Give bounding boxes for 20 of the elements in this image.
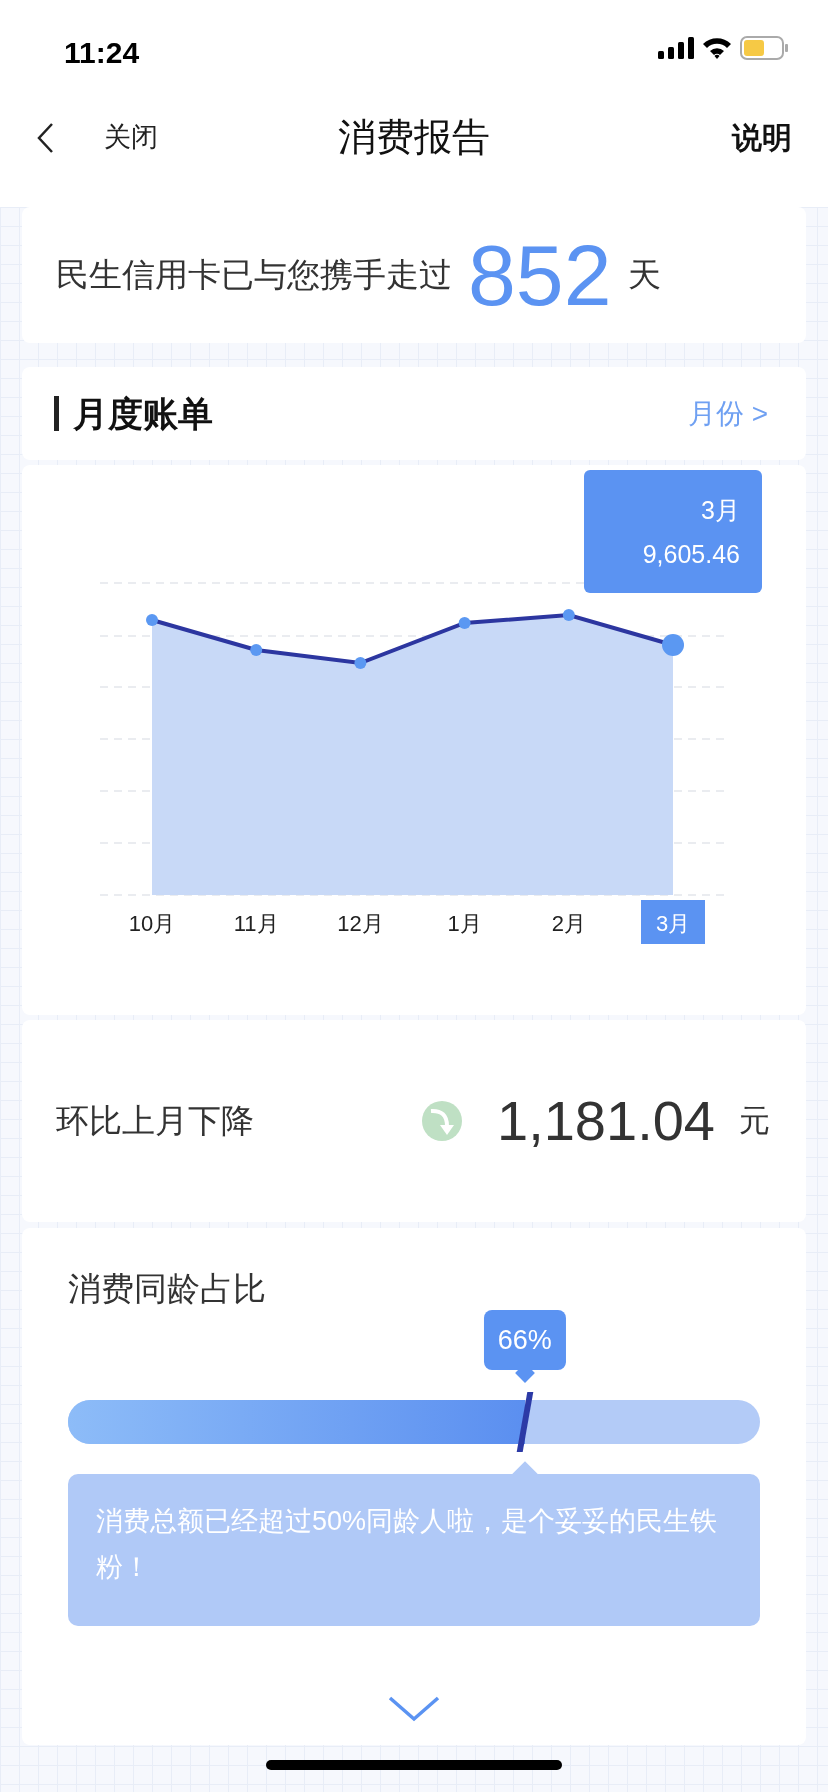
month-label[interactable]: 1月 <box>447 911 482 936</box>
month-label[interactable]: 11月 <box>233 911 279 936</box>
summary-text: 民生信用卡已与您携手走过 <box>56 255 452 296</box>
help-button[interactable]: 说明 <box>732 115 792 160</box>
page-title: 消费报告 <box>338 115 490 160</box>
message-text: 消费总额已经超过50%同龄人啦，是个妥妥的民生铁粉！ <box>96 1505 718 1582</box>
status-time: 11:24 <box>64 35 140 71</box>
days-unit: 天 <box>627 255 661 296</box>
currency-unit: 元 <box>739 1101 770 1140</box>
chart-tooltip: 3月 9,605.46 <box>584 470 762 593</box>
percent-badge: 66% <box>483 1309 566 1370</box>
change-label: 环比上月下降 <box>56 1101 254 1142</box>
month-label[interactable]: 10月 <box>128 911 176 936</box>
month-label[interactable]: 2月 <box>551 911 586 936</box>
days-count: 852 <box>468 232 612 318</box>
close-button[interactable]: 关闭 <box>104 117 158 158</box>
ratio-title: 消费同龄占比 <box>68 1270 266 1307</box>
month-label[interactable]: 12月 <box>337 911 384 936</box>
section-title: 月度账单 <box>54 396 213 431</box>
change-amount: 1,181.04 <box>497 1088 715 1154</box>
